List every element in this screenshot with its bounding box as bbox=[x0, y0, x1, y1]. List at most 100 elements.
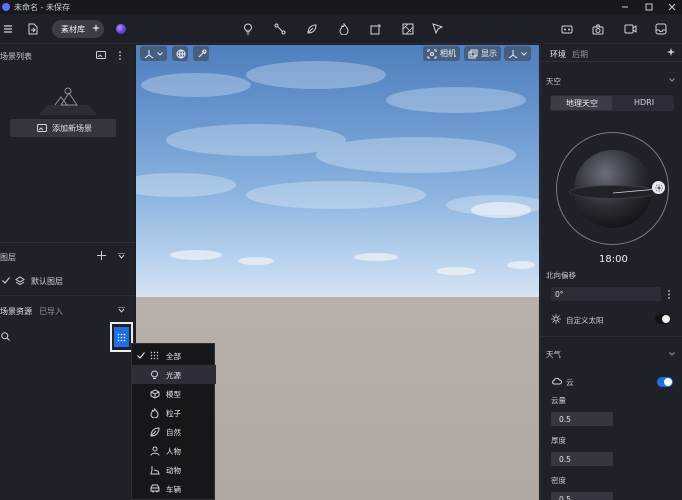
tab-imported[interactable]: 已导入 bbox=[39, 306, 63, 317]
chevron-down-icon[interactable] bbox=[669, 352, 675, 356]
vr-headset-icon[interactable] bbox=[559, 21, 575, 37]
properties-panel: 环境 后期 天空 地理天空 HDRI 18:00 北向偏移 0° 自定义太阳 天… bbox=[540, 45, 682, 500]
search-icon bbox=[1, 332, 10, 341]
display-label: 显示 bbox=[481, 49, 497, 58]
filter-item-lights[interactable]: 光源 bbox=[132, 365, 216, 384]
add-new-scene-button[interactable]: 添加新场景 bbox=[10, 119, 116, 137]
check-icon[interactable] bbox=[2, 277, 10, 284]
magnet-icon bbox=[197, 49, 207, 59]
cloud-amount-input[interactable]: 0.5 bbox=[551, 412, 613, 426]
sky-tab-hdri[interactable]: HDRI bbox=[634, 98, 654, 107]
thickness-label: 厚度 bbox=[551, 436, 566, 445]
camera-icon[interactable] bbox=[590, 21, 606, 37]
light-bulb-icon[interactable] bbox=[240, 21, 256, 37]
chevron-down-icon[interactable] bbox=[669, 78, 675, 82]
grid-icon bbox=[150, 351, 160, 361]
leaf-icon bbox=[150, 427, 160, 437]
filter-item-label: 光源 bbox=[166, 371, 181, 380]
video-icon[interactable] bbox=[622, 21, 638, 37]
north-offset-input[interactable]: 0° bbox=[551, 287, 661, 301]
asset-search-input[interactable] bbox=[0, 329, 108, 345]
flame-icon[interactable] bbox=[336, 21, 352, 37]
collapse-icon[interactable] bbox=[118, 253, 125, 259]
sky-tab-geographic[interactable]: 地理天空 bbox=[551, 96, 612, 110]
animal-icon bbox=[150, 465, 160, 475]
display-icon bbox=[468, 49, 478, 59]
custom-sun-toggle[interactable] bbox=[655, 314, 671, 324]
collapse-icon[interactable] bbox=[118, 307, 125, 313]
toggle-knob bbox=[664, 378, 672, 386]
path-tool-icon[interactable] bbox=[272, 21, 288, 37]
cloud-toggle[interactable] bbox=[657, 377, 673, 387]
cursor-select-icon[interactable] bbox=[430, 21, 446, 37]
chevron-down-icon bbox=[157, 51, 163, 56]
tab-post-processing[interactable]: 后期 bbox=[572, 49, 588, 60]
north-offset-label: 北向偏移 bbox=[546, 271, 576, 280]
camera-view-label: 相机 bbox=[440, 49, 456, 58]
sky-mode-segmented: 地理天空 HDRI bbox=[550, 95, 674, 111]
camera-view-button[interactable]: 相机 bbox=[423, 46, 460, 61]
inbox-icon[interactable] bbox=[653, 21, 669, 37]
flame-icon bbox=[150, 408, 160, 418]
filter-item-models[interactable]: 模型 bbox=[132, 384, 216, 403]
globe-button[interactable] bbox=[172, 46, 188, 61]
tab-environment[interactable]: 环境 bbox=[550, 49, 566, 60]
sun-icon bbox=[551, 314, 561, 324]
close-icon[interactable] bbox=[667, 2, 677, 12]
filter-item-particles[interactable]: 粒子 bbox=[132, 403, 216, 422]
left-panel: 场景列表 添加新场景 图层 默认图层 场景资源 已导入 bbox=[0, 45, 135, 500]
sparkle-icon[interactable] bbox=[667, 48, 676, 57]
texture-icon[interactable] bbox=[400, 21, 416, 37]
cloud-icon bbox=[551, 377, 562, 385]
material-library-button[interactable]: 素材库 bbox=[52, 20, 104, 38]
add-box-icon[interactable] bbox=[368, 21, 384, 37]
filter-item-vehicles[interactable]: 车辆 bbox=[132, 479, 216, 498]
snap-button[interactable] bbox=[193, 46, 209, 61]
transform-mode-button[interactable] bbox=[140, 46, 167, 61]
minimize-icon[interactable] bbox=[620, 2, 630, 12]
check-icon bbox=[137, 352, 145, 359]
ai-orb-icon[interactable] bbox=[116, 24, 126, 34]
layer-row-default[interactable]: 默认图层 bbox=[0, 273, 135, 289]
cube-icon bbox=[150, 389, 160, 399]
density-input[interactable]: 0.5 bbox=[551, 492, 613, 500]
tab-scene-assets[interactable]: 场景资源 bbox=[0, 306, 32, 317]
time-of-day: 18:00 bbox=[599, 254, 628, 265]
asset-filter-dropdown: 全部 光源 模型 粒子 自然 人物 动物 车辆 bbox=[131, 343, 216, 500]
image-icon bbox=[37, 124, 47, 132]
filter-item-label: 动物 bbox=[166, 466, 181, 475]
bulb-icon bbox=[150, 370, 160, 380]
sky-image bbox=[136, 45, 539, 297]
filter-item-people[interactable]: 人物 bbox=[132, 441, 216, 460]
maximize-icon[interactable] bbox=[644, 2, 654, 12]
filter-item-label: 全部 bbox=[166, 352, 181, 361]
filter-item-nature[interactable]: 自然 bbox=[132, 422, 216, 441]
axis-icon bbox=[508, 49, 518, 59]
default-layer-label: 默认图层 bbox=[31, 277, 63, 286]
leaf-icon[interactable] bbox=[304, 21, 320, 37]
filter-item-label: 车辆 bbox=[166, 485, 181, 494]
add-new-scene-label: 添加新场景 bbox=[52, 124, 92, 133]
thickness-input[interactable]: 0.5 bbox=[551, 452, 613, 466]
grid-icon bbox=[114, 327, 129, 347]
import-file-icon[interactable] bbox=[24, 21, 40, 37]
display-button[interactable]: 显示 bbox=[464, 46, 501, 61]
window-title: 未命名 - 未保存 bbox=[14, 3, 70, 12]
filter-toggle-button[interactable] bbox=[110, 322, 133, 352]
empty-scene-icon bbox=[33, 85, 103, 117]
north-offset-value: 0° bbox=[555, 290, 564, 299]
filter-item-all[interactable]: 全部 bbox=[132, 346, 216, 365]
filter-item-animals[interactable]: 动物 bbox=[132, 460, 216, 479]
add-layer-icon[interactable] bbox=[97, 251, 106, 260]
image-icon[interactable] bbox=[96, 51, 106, 59]
more-vertical-icon[interactable] bbox=[667, 290, 671, 299]
sun-position-dial[interactable] bbox=[556, 132, 669, 245]
coordinate-button[interactable] bbox=[504, 46, 531, 61]
menu-icon[interactable] bbox=[0, 21, 16, 37]
main-toolbar: 素材库 bbox=[0, 14, 682, 44]
app-logo-icon bbox=[2, 3, 10, 11]
custom-sun-label: 自定义太阳 bbox=[566, 316, 604, 325]
more-vertical-icon[interactable] bbox=[118, 51, 122, 60]
sky-section-title: 天空 bbox=[546, 77, 561, 86]
sun-handle-icon[interactable] bbox=[652, 181, 665, 194]
